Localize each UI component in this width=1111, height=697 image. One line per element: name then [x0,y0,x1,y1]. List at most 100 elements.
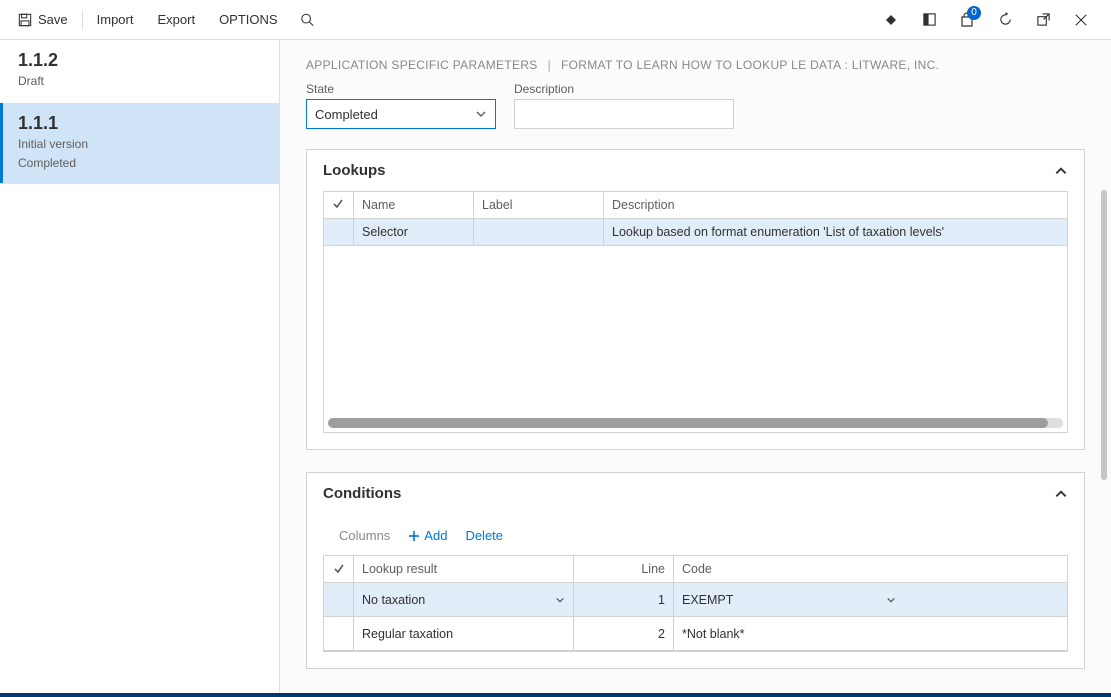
import-label: Import [97,12,134,27]
line-value: 2 [574,617,674,650]
chevron-down-icon [475,108,487,120]
import-button[interactable]: Import [85,0,146,40]
col-lookup-result[interactable]: Lookup result [354,556,574,582]
version-item-1-1-1[interactable]: 1.1.1 Initial version Completed [0,103,279,185]
table-row[interactable]: No taxation 1 EXEMPT [324,583,1067,617]
description-label: Description [514,82,734,96]
lookups-table-body: Selector Lookup based on format enumerat… [324,219,1067,432]
code-dropdown[interactable]: *Not blank* [674,617,904,650]
row-label [474,219,604,245]
row-description: Lookup based on format enumeration 'List… [604,219,1067,245]
col-line[interactable]: Line [574,556,674,582]
save-button[interactable]: Save [6,0,80,40]
row-check-cell[interactable] [324,583,354,616]
popout-button[interactable] [1027,4,1059,36]
close-button[interactable] [1065,4,1097,36]
save-label: Save [38,12,68,27]
version-item-1-1-2[interactable]: 1.1.2 Draft [0,40,279,103]
breadcrumb-a: APPLICATION SPECIFIC PARAMETERS [306,58,538,72]
conditions-header[interactable]: Conditions [307,473,1084,514]
options-button[interactable]: OPTIONS [207,0,290,40]
conditions-table-header: Lookup result Line Code [324,556,1067,583]
popout-icon [1036,12,1051,27]
version-number: 1.1.2 [18,50,261,71]
lookup-result-dropdown[interactable]: Regular taxation [354,617,574,650]
version-subtitle: Initial version [18,136,261,153]
columns-label[interactable]: Columns [339,528,390,543]
code-value: *Not blank* [682,627,745,641]
export-button[interactable]: Export [145,0,207,40]
row-check-cell[interactable] [324,617,354,650]
col-label[interactable]: Label [474,192,604,218]
office-icon-button[interactable] [913,4,945,36]
lookups-table: Name Label Description Selector Lookup b… [323,191,1068,433]
version-list: 1.1.2 Draft 1.1.1 Initial version Comple… [0,40,280,697]
lookup-result-dropdown[interactable]: No taxation [354,583,574,616]
breadcrumb: APPLICATION SPECIFIC PARAMETERS | FORMAT… [306,58,1085,72]
lookups-table-header: Name Label Description [324,192,1067,219]
version-status: Draft [18,73,261,90]
state-value: Completed [315,107,378,122]
state-dropdown[interactable]: Completed [306,99,496,129]
conditions-title: Conditions [323,485,401,502]
main: 1.1.2 Draft 1.1.1 Initial version Comple… [0,40,1111,697]
refresh-button[interactable] [989,4,1021,36]
conditions-body: Columns Add Delete [307,514,1084,668]
table-row[interactable]: Regular taxation 2 *Not blank* [324,617,1067,651]
export-label: Export [157,12,195,27]
breadcrumb-separator: | [548,58,551,72]
conditions-section: Conditions Columns Add Delete [306,472,1085,669]
row-check-cell[interactable] [324,219,354,245]
toolbar: Save Import Export OPTIONS [0,0,1111,40]
search-icon [300,13,314,27]
conditions-table: Lookup result Line Code No taxation 1 [323,555,1068,652]
chevron-down-icon [886,595,896,605]
plus-icon [408,530,420,542]
search-button[interactable] [290,0,324,40]
code-dropdown[interactable]: EXEMPT [674,583,904,616]
delete-button[interactable]: Delete [465,528,503,543]
lookups-title: Lookups [323,162,386,179]
toolbar-right: 0 [875,4,1105,36]
lookups-header[interactable]: Lookups [307,150,1084,191]
options-label: OPTIONS [219,12,278,27]
checkmark-column-header[interactable] [324,556,354,582]
lookups-section: Lookups Name Label Description [306,149,1085,450]
field-row: State Completed Description [306,82,1085,129]
version-number: 1.1.1 [18,113,261,134]
window-bottom-edge [0,693,1111,697]
row-name: Selector [354,219,474,245]
save-icon [18,13,32,27]
add-label: Add [424,528,447,543]
notifications-button[interactable]: 0 [951,4,983,36]
col-description[interactable]: Description [604,192,1067,218]
office-icon [922,12,937,27]
state-field: State Completed [306,82,496,129]
chevron-up-icon [1054,164,1068,178]
checkmark-column-header[interactable] [324,192,354,218]
detail-pane: APPLICATION SPECIFIC PARAMETERS | FORMAT… [280,40,1111,697]
chevron-down-icon [555,595,565,605]
link-icon-button[interactable] [875,4,907,36]
toolbar-left: Save Import Export OPTIONS [6,0,324,40]
horizontal-scrollbar[interactable] [328,418,1063,428]
delete-label: Delete [465,528,503,543]
close-icon [1074,13,1088,27]
line-value: 1 [574,583,674,616]
description-input[interactable] [514,99,734,129]
vertical-scrollbar[interactable] [1101,190,1107,480]
state-label: State [306,82,496,96]
col-name[interactable]: Name [354,192,474,218]
scrollbar-thumb[interactable] [328,418,1048,428]
breadcrumb-b: FORMAT TO LEARN HOW TO LOOKUP LE DATA : … [561,58,939,72]
link-icon [883,12,899,28]
col-code[interactable]: Code [674,556,904,582]
code-value: EXEMPT [682,593,733,607]
notification-badge: 0 [967,6,981,20]
lookups-body: Name Label Description Selector Lookup b… [307,191,1084,449]
add-button[interactable]: Add [408,528,447,543]
table-row[interactable]: Selector Lookup based on format enumerat… [324,219,1067,246]
refresh-icon [998,12,1013,27]
version-status: Completed [18,155,261,172]
lookup-result-value: Regular taxation [362,627,453,641]
